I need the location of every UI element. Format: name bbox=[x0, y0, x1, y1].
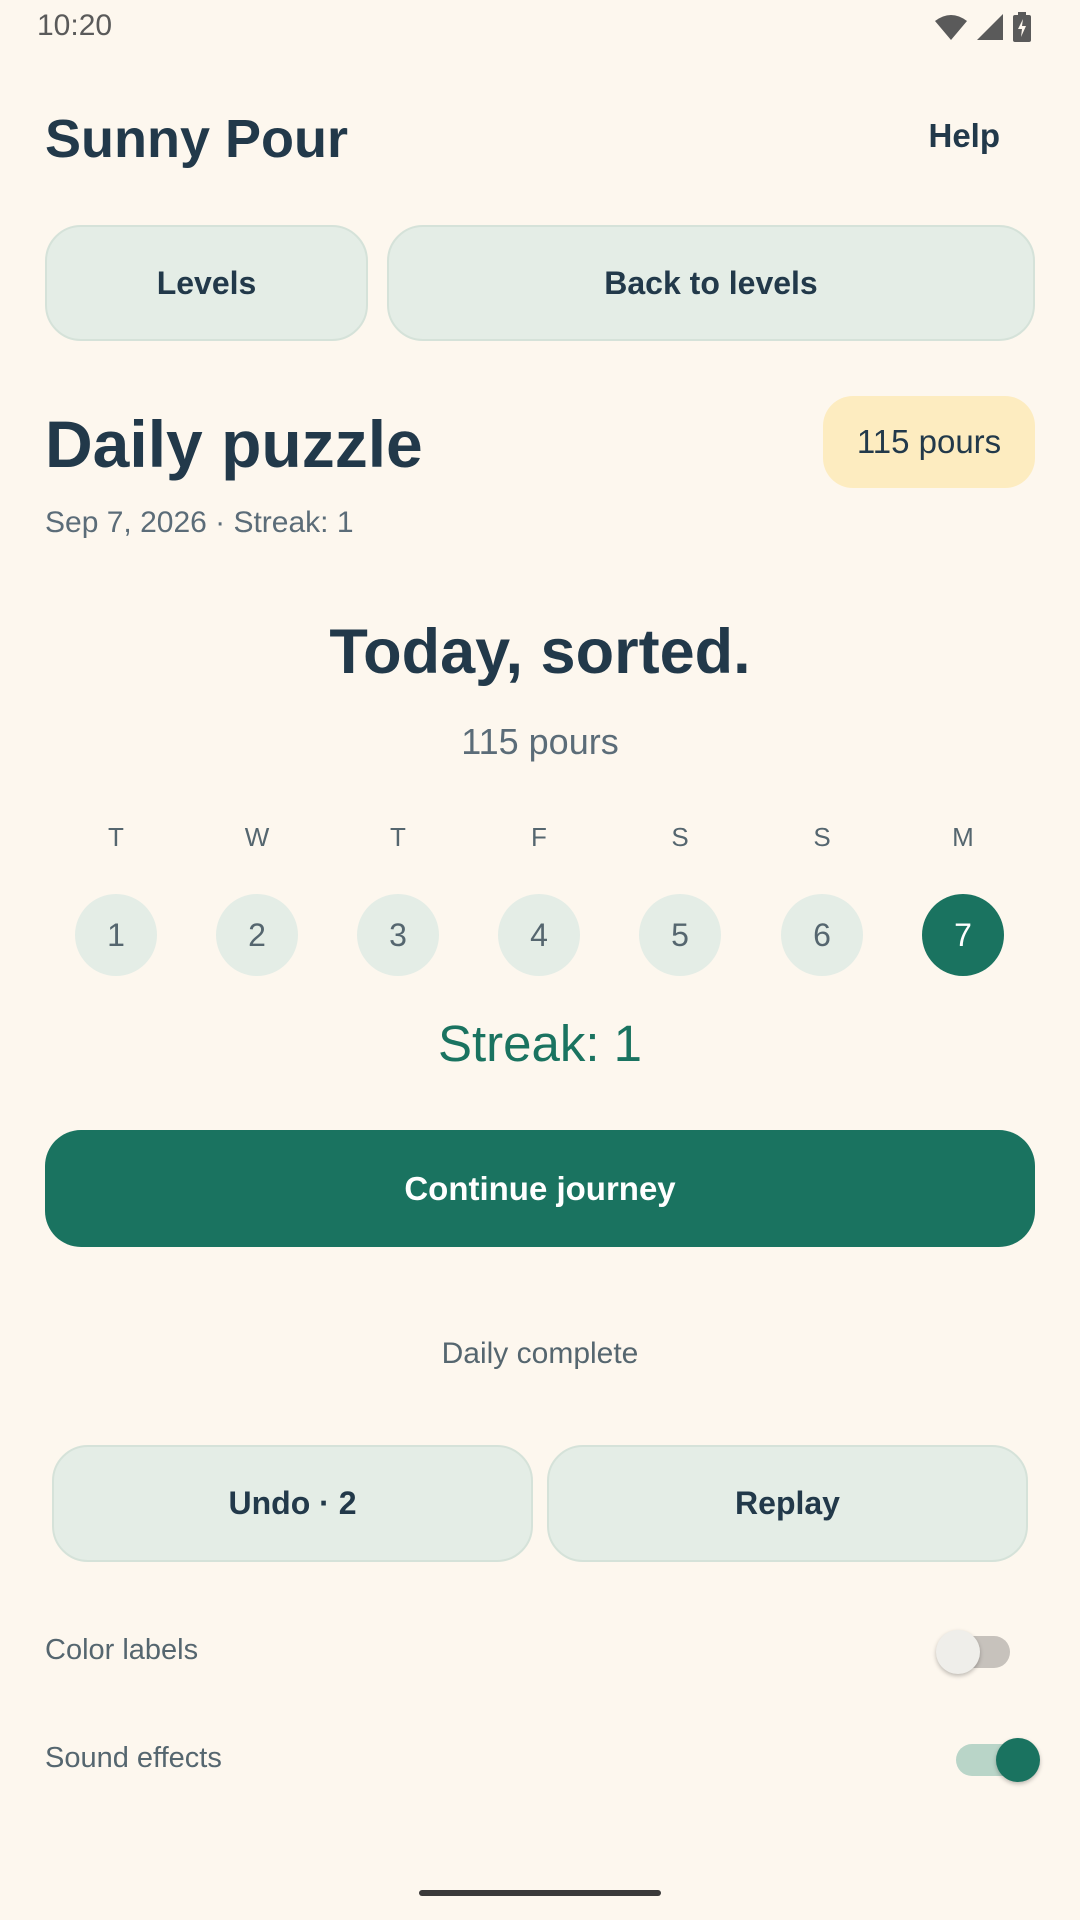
day-letter: T bbox=[108, 822, 124, 852]
day-item: F 4 bbox=[498, 822, 580, 976]
battery-charging-icon bbox=[1013, 12, 1031, 42]
day-item: S 6 bbox=[781, 822, 863, 976]
date-streak-line: Sep 7, 2026 · Streak: 1 bbox=[45, 506, 354, 539]
day-circle: 5 bbox=[639, 894, 721, 976]
day-circle: 3 bbox=[357, 894, 439, 976]
levels-button[interactable]: Levels bbox=[45, 225, 368, 341]
day-letter: S bbox=[671, 822, 689, 852]
daily-complete-status: Daily complete bbox=[441, 1337, 639, 1370]
day-item: W 2 bbox=[216, 822, 298, 976]
color-labels-toggle[interactable] bbox=[936, 1630, 1010, 1674]
signal-icon bbox=[977, 14, 1003, 40]
sound-effects-label: Sound effects bbox=[45, 1742, 222, 1774]
day-circle: 6 bbox=[781, 894, 863, 976]
day-circle: 4 bbox=[498, 894, 580, 976]
color-labels-label: Color labels bbox=[45, 1634, 199, 1666]
continue-journey-button[interactable]: Continue journey bbox=[45, 1130, 1035, 1247]
help-button[interactable]: Help bbox=[928, 117, 1000, 155]
day-item: T 1 bbox=[75, 822, 157, 976]
week-streak-strip: T 1 W 2 T 3 F 4 S 5 S 6 M 7 bbox=[45, 822, 1035, 976]
day-letter: T bbox=[390, 822, 406, 852]
completion-pours: 115 pours bbox=[461, 721, 619, 762]
toggle-knob bbox=[936, 1630, 980, 1674]
day-circle: 2 bbox=[216, 894, 298, 976]
home-indicator[interactable] bbox=[419, 1890, 661, 1896]
day-letter: F bbox=[531, 822, 547, 852]
status-bar: 10:20 bbox=[0, 0, 1080, 54]
status-icons bbox=[934, 12, 1032, 42]
undo-button[interactable]: Undo · 2 bbox=[52, 1445, 533, 1562]
day-letter: W bbox=[244, 822, 270, 852]
back-to-levels-button[interactable]: Back to levels bbox=[387, 225, 1035, 341]
completion-heading: Today, sorted. bbox=[329, 617, 751, 687]
day-item: M 7 bbox=[922, 822, 1004, 976]
sound-effects-toggle[interactable] bbox=[956, 1738, 1040, 1782]
day-item: S 5 bbox=[639, 822, 721, 976]
replay-button[interactable]: Replay bbox=[547, 1445, 1028, 1562]
app-title: Sunny Pour bbox=[45, 109, 349, 169]
day-circle: 7 bbox=[922, 894, 1004, 976]
day-circle: 1 bbox=[75, 894, 157, 976]
status-time: 10:20 bbox=[37, 9, 113, 42]
day-item: T 3 bbox=[357, 822, 439, 976]
toggle-knob bbox=[996, 1738, 1040, 1782]
pours-badge: 115 pours bbox=[823, 396, 1035, 488]
page-title: Daily puzzle bbox=[45, 407, 423, 481]
day-letter: S bbox=[813, 822, 831, 852]
day-letter: M bbox=[952, 822, 974, 852]
streak-count: Streak: 1 bbox=[437, 1015, 643, 1072]
wifi-icon bbox=[935, 15, 967, 40]
